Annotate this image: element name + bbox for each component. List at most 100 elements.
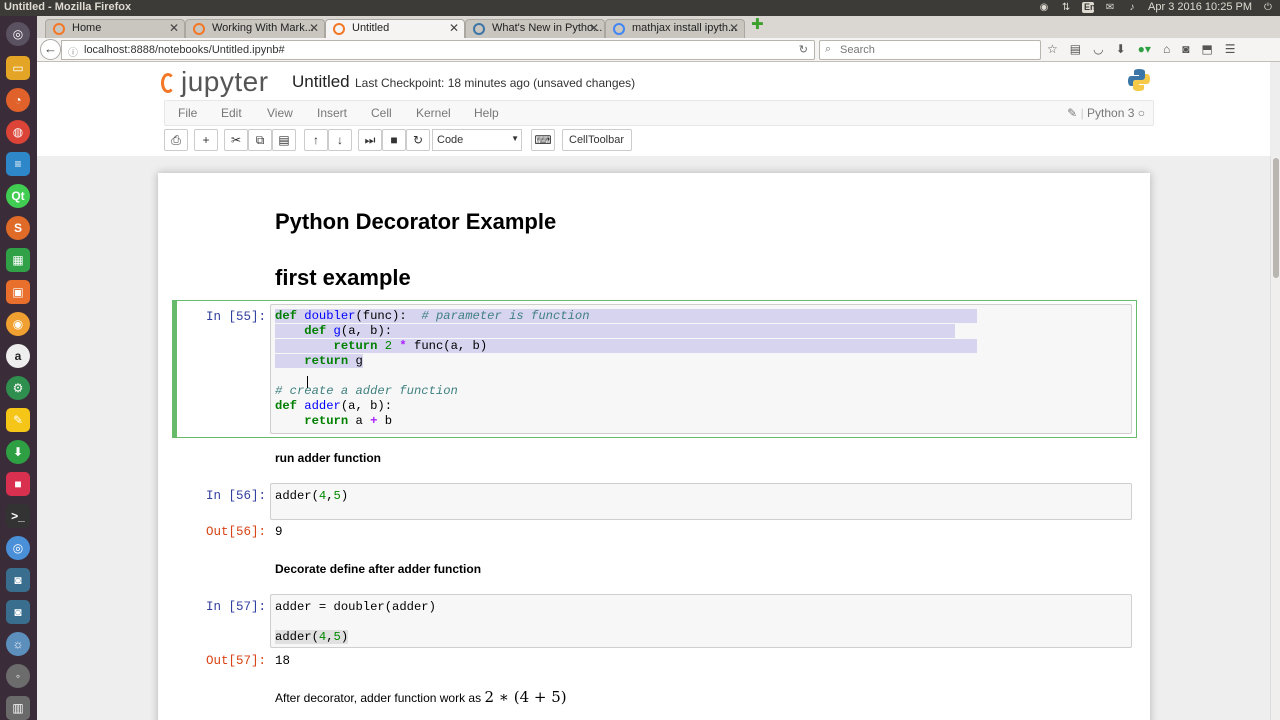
interrupt-icon[interactable]: ■ (382, 129, 406, 151)
bookmark-star-icon[interactable]: ☆ (1047, 42, 1058, 56)
markdown-text: After decorator, adder function work as (275, 691, 482, 705)
power-icon[interactable]: ⏻ (1262, 2, 1274, 13)
save-icon[interactable]: ⎙ (164, 129, 188, 151)
software-center-icon[interactable]: ▣ (6, 280, 30, 304)
markdown-run-adder: run adder function (275, 451, 381, 465)
menu-kernel[interactable]: Kernel (416, 106, 451, 120)
text-editor-icon[interactable]: ≡ (6, 152, 30, 176)
code-editor[interactable]: adder = doubler(adder) adder(4,5) (270, 594, 1132, 648)
back-arrow-icon[interactable]: ← (40, 39, 61, 60)
tab-home[interactable]: Home ✕ (45, 19, 185, 38)
menu-help[interactable]: Help (474, 106, 499, 120)
menu-cell[interactable]: Cell (371, 106, 392, 120)
output-prompt: Out[56]: (205, 525, 266, 539)
checkpoint-status: Last Checkpoint: 18 minutes ago (unsaved… (355, 76, 636, 90)
move-down-icon[interactable]: ↓ (328, 129, 352, 151)
files-icon[interactable]: ▭ (6, 56, 30, 80)
notebook-area: Python Decorator Example first example I… (37, 156, 1270, 720)
app-icon-5[interactable]: ◦ (6, 664, 30, 688)
terminal-icon[interactable]: >_ (6, 504, 30, 528)
firefox-icon[interactable]: ◔ (6, 88, 30, 112)
menu-file[interactable]: File (178, 106, 197, 120)
url-text: localhost:8888/notebooks/Untitled.ipynb# (84, 44, 285, 56)
celltoolbar-button[interactable]: CellToolbar (562, 129, 632, 151)
camera-app-icon[interactable]: ◉ (6, 312, 30, 336)
search-input[interactable]: ⌕ Search (819, 40, 1041, 60)
image-viewer-icon[interactable]: ◎ (6, 536, 30, 560)
app-icon-3[interactable]: ◙ (6, 600, 30, 624)
notes-icon[interactable]: ✎ (6, 408, 30, 432)
page-scrollbar[interactable] (1270, 156, 1280, 720)
home-icon[interactable]: ⌂ (1163, 42, 1170, 56)
restart-icon[interactable]: ↻ (406, 129, 430, 151)
save-page-icon[interactable]: ⬒ (1201, 42, 1212, 56)
url-bar[interactable]: ⓘ localhost:8888/notebooks/Untitled.ipyn… (61, 40, 815, 60)
trash-icon[interactable]: ▥ (6, 696, 30, 720)
cut-icon[interactable]: ✂ (224, 129, 248, 151)
app-icon-2[interactable]: ◙ (6, 568, 30, 592)
jupyter-logo-icon (161, 73, 175, 93)
sublime-icon[interactable]: S (6, 216, 30, 240)
clock[interactable]: Apr 3 2016 10:25 PM (1148, 1, 1252, 13)
close-tab-icon[interactable]: ✕ (729, 21, 739, 35)
chat-icon[interactable]: ◙ (1182, 42, 1189, 56)
cell-type-select[interactable]: Code ▼ (432, 129, 522, 151)
volume-icon[interactable]: ♪ (1126, 2, 1138, 13)
notebook-page: Python Decorator Example first example I… (158, 173, 1150, 720)
browser-toolbar-icons: ☆ ▤ ◡ ⬇ ●▾ ⌂ ◙ ⬒ ☰ (1047, 42, 1236, 56)
tab-mathjax-search[interactable]: mathjax install ipyth... ✕ (605, 19, 745, 38)
pocket-icon[interactable]: ◡ (1093, 42, 1103, 56)
spreadsheet-icon[interactable]: ▦ (6, 248, 30, 272)
markdown-after-decorator: After decorator, adder function work as … (275, 688, 567, 706)
keyboard-layout-indicator[interactable]: En (1082, 1, 1096, 13)
run-cell-icon[interactable]: ⏭ (358, 129, 382, 151)
system-top-panel: Untitled - Mozilla Firefox ◉ ⇅ En ✉ ♪ Ap… (0, 0, 1280, 16)
edit-mode-pencil-icon: ✎ (1067, 106, 1078, 120)
close-tab-icon[interactable]: ✕ (589, 21, 599, 35)
scrollbar-thumb[interactable] (1273, 158, 1279, 278)
window-title: Untitled - Mozilla Firefox (4, 1, 132, 13)
reading-list-icon[interactable]: ▤ (1070, 42, 1081, 56)
close-tab-icon[interactable]: ✕ (309, 21, 319, 35)
amazon-icon[interactable]: a (6, 344, 30, 368)
copy-icon[interactable]: ⧉ (248, 129, 272, 151)
close-tab-icon[interactable]: ✕ (169, 21, 179, 35)
code-editor[interactable]: def doubler(func): # parameter is functi… (270, 304, 1132, 434)
tab-untitled[interactable]: Untitled ✕ (325, 19, 465, 39)
tab-working-with-markdown[interactable]: Working With Mark... ✕ (185, 19, 325, 38)
paste-icon[interactable]: ▤ (272, 129, 296, 151)
ubuntu-dash-icon[interactable]: ◎ (6, 22, 30, 46)
code-editor[interactable]: adder(4,5) (270, 483, 1132, 520)
downloads-icon[interactable]: ⬇ (1116, 42, 1126, 56)
chrome-icon[interactable]: ◍ (6, 120, 30, 144)
app-icon[interactable]: ■ (6, 472, 30, 496)
notebook-name[interactable]: Untitled (292, 72, 350, 92)
menu-view[interactable]: View (267, 106, 293, 120)
insert-cell-icon[interactable]: + (194, 129, 218, 151)
output-value: 18 (275, 654, 291, 668)
qt-creator-icon[interactable]: Qt (6, 184, 30, 208)
new-tab-icon[interactable]: ✚ (751, 15, 764, 33)
python-favicon-icon (473, 23, 485, 35)
menu-insert[interactable]: Insert (317, 106, 347, 120)
menu-edit[interactable]: Edit (221, 106, 242, 120)
close-tab-icon[interactable]: ✕ (449, 21, 459, 35)
download-icon[interactable]: ⬇ (6, 440, 30, 464)
tab-whats-new-python[interactable]: What's New in Pytho... ✕ (465, 19, 605, 38)
command-palette-icon[interactable]: ⌨ (531, 129, 555, 151)
app-icon-4[interactable]: ☼ (6, 632, 30, 656)
extension-icon[interactable]: ●▾ (1138, 42, 1151, 56)
text-cursor (307, 376, 309, 388)
move-up-icon[interactable]: ↑ (304, 129, 328, 151)
input-prompt: In [55]: (205, 310, 266, 324)
reload-icon[interactable]: ↻ (799, 43, 808, 56)
camera-icon[interactable]: ◉ (1038, 2, 1050, 13)
input-prompt: In [56]: (205, 489, 266, 503)
menu-icon[interactable]: ☰ (1225, 42, 1236, 56)
system-settings-icon[interactable]: ⚙ (6, 376, 30, 400)
kernel-idle-icon: ○ (1137, 106, 1145, 120)
site-info-icon[interactable]: ⓘ (68, 44, 78, 59)
network-icon[interactable]: ⇅ (1060, 2, 1072, 13)
jupyter-logo[interactable]: jupyter (161, 66, 269, 98)
mail-icon[interactable]: ✉ (1104, 2, 1116, 13)
